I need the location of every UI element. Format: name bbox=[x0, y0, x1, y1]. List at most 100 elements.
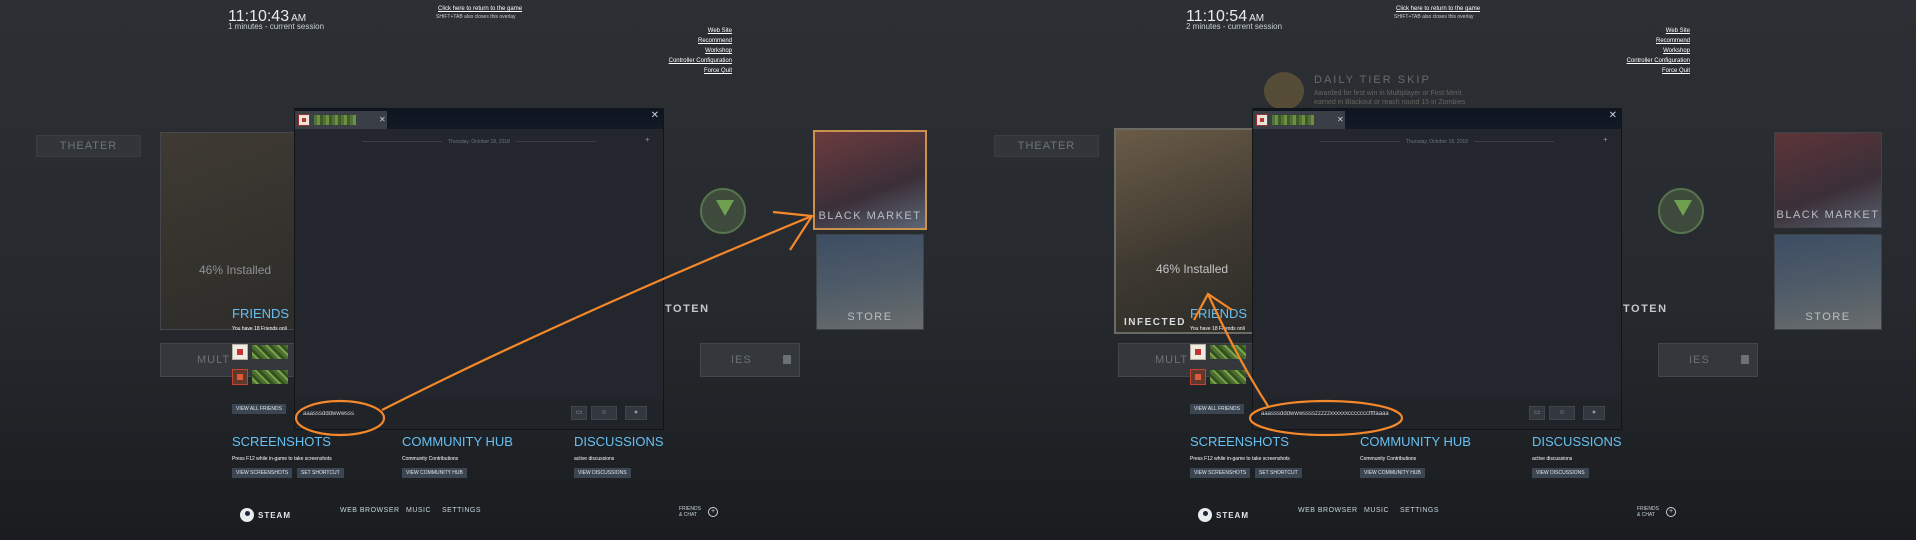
chat-date-divider: Thursday, October 18, 2018 bbox=[295, 139, 663, 145]
black-market-label: BLACK MARKET bbox=[1776, 209, 1880, 221]
controller-config-link[interactable]: Controller Configuration bbox=[669, 58, 732, 64]
community-hub-subtitle: Community Contributions bbox=[402, 456, 459, 462]
voice-button[interactable]: ● bbox=[625, 406, 647, 420]
workshop-link[interactable]: Workshop bbox=[705, 48, 732, 54]
chat-messages bbox=[295, 149, 663, 399]
friend-avatar bbox=[1190, 344, 1206, 360]
theater-tile[interactable]: THEATER bbox=[994, 135, 1099, 157]
chat-tab-avatar bbox=[1256, 114, 1268, 126]
chat-tab-name-redacted bbox=[1272, 115, 1314, 125]
store-tile[interactable]: STORE bbox=[1774, 234, 1882, 330]
web-browser-button[interactable]: WEB BROWSER bbox=[1298, 507, 1358, 514]
window-close-icon[interactable]: ✕ bbox=[1609, 110, 1617, 121]
recommend-link[interactable]: Recommend bbox=[1656, 38, 1690, 44]
chat-window: ✕ ✕ Thursday, October 18, 2018 + ▭ ☺ ● bbox=[294, 108, 664, 430]
store-label: STORE bbox=[1805, 311, 1851, 323]
store-tile[interactable]: STORE bbox=[816, 234, 924, 330]
controller-config-link[interactable]: Controller Configuration bbox=[1627, 58, 1690, 64]
right-screenshot: DAILY TIER SKIP Awarded for first win in… bbox=[958, 0, 1916, 540]
overlay-links: Web Site Recommend Workshop Controller C… bbox=[669, 28, 732, 74]
totem-label: TOTEN bbox=[665, 303, 710, 315]
chat-message-input[interactable] bbox=[299, 405, 565, 423]
web-browser-button[interactable]: WEB BROWSER bbox=[340, 507, 400, 514]
chat-tab[interactable]: ✕ bbox=[1253, 111, 1345, 129]
settings-button[interactable]: SETTINGS bbox=[1400, 507, 1439, 514]
chat-message-input[interactable] bbox=[1257, 405, 1523, 423]
daily-tier-skip-banner: DAILY TIER SKIP Awarded for first win in… bbox=[1264, 72, 1564, 115]
emoticon-button[interactable]: ☺ bbox=[591, 406, 617, 420]
view-community-hub-button[interactable]: VIEW COMMUNITY HUB bbox=[1360, 468, 1425, 478]
send-image-button[interactable]: ▭ bbox=[571, 406, 587, 420]
view-screenshots-button[interactable]: VIEW SCREENSHOTS bbox=[232, 468, 293, 478]
emoticon-icon: ☺ bbox=[1558, 409, 1566, 416]
steam-logo[interactable]: STEAM bbox=[1198, 508, 1249, 522]
black-market-tile[interactable]: BLACK MARKET bbox=[1774, 132, 1882, 228]
tab-close-icon[interactable]: ✕ bbox=[1337, 115, 1344, 124]
set-shortcut-button[interactable]: SET SHORTCUT bbox=[297, 468, 344, 478]
installing-tile[interactable]: 46% Installed INFECTED bbox=[1114, 128, 1272, 334]
view-screenshots-button[interactable]: VIEW SCREENSHOTS bbox=[1190, 468, 1251, 478]
recommend-link[interactable]: Recommend bbox=[698, 38, 732, 44]
music-button[interactable]: MUSIC bbox=[1364, 507, 1389, 514]
infected-label: INFECTED bbox=[1124, 317, 1186, 328]
locked-tile[interactable]: IES bbox=[700, 343, 800, 377]
theater-tile[interactable]: THEATER bbox=[36, 135, 141, 157]
force-quit-link[interactable]: Force Quit bbox=[704, 68, 732, 74]
friend-row[interactable] bbox=[1190, 368, 1250, 386]
view-discussions-button[interactable]: VIEW DISCUSSIONS bbox=[1532, 468, 1589, 478]
discussions-heading: DISCUSSIONS bbox=[1532, 434, 1622, 449]
view-all-friends-button[interactable]: VIEW ALL FRIENDS bbox=[1190, 404, 1244, 414]
tab-close-icon[interactable]: ✕ bbox=[379, 115, 386, 124]
view-all-friends-button[interactable]: VIEW ALL FRIENDS bbox=[232, 404, 286, 414]
steam-logo[interactable]: STEAM bbox=[240, 508, 291, 522]
workshop-link[interactable]: Workshop bbox=[1663, 48, 1690, 54]
friend-avatar bbox=[232, 369, 248, 385]
view-community-hub-button[interactable]: VIEW COMMUNITY HUB bbox=[402, 468, 467, 478]
friend-name-redacted bbox=[252, 345, 288, 359]
friends-chat-label-2: & CHAT bbox=[1637, 512, 1655, 518]
send-image-button[interactable]: ▭ bbox=[1529, 406, 1545, 420]
force-quit-link[interactable]: Force Quit bbox=[1662, 68, 1690, 74]
discussions-subtitle: active discussions bbox=[1532, 456, 1573, 462]
friends-chat-button[interactable]: FRIENDS & CHAT bbox=[679, 506, 701, 518]
install-progress-label: 46% Installed bbox=[199, 263, 272, 277]
settings-button[interactable]: SETTINGS bbox=[442, 507, 481, 514]
left-screenshot: THEATER 46% Installed MULT BLACK MARKET … bbox=[0, 0, 958, 540]
lock-icon bbox=[783, 355, 791, 364]
friend-name-redacted bbox=[1210, 370, 1246, 384]
black-market-tile[interactable]: BLACK MARKET bbox=[813, 130, 927, 230]
screenshots-subtitle: Press F12 while in-game to take screensh… bbox=[1190, 456, 1290, 462]
friends-heading: FRIENDS bbox=[232, 306, 290, 321]
lock-icon bbox=[1741, 355, 1749, 364]
chat-window: ✕ ✕ Thursday, October 18, 2018 + ▭ ☺ ● bbox=[1252, 108, 1622, 430]
friend-row[interactable] bbox=[232, 343, 292, 361]
website-link[interactable]: Web Site bbox=[1666, 28, 1690, 34]
tier-skip-badge-icon bbox=[1264, 72, 1304, 110]
installing-tile[interactable]: 46% Installed bbox=[160, 132, 310, 330]
emoticon-button[interactable]: ☺ bbox=[1549, 406, 1575, 420]
return-to-game-link[interactable]: Click here to return to the game bbox=[1396, 6, 1480, 12]
add-friend-icon[interactable]: + bbox=[645, 135, 655, 144]
chat-input-row: ▭ ☺ ● bbox=[295, 399, 663, 429]
screenshots-subtitle: Press F12 while in-game to take screensh… bbox=[232, 456, 332, 462]
website-link[interactable]: Web Site bbox=[708, 28, 732, 34]
set-shortcut-button[interactable]: SET SHORTCUT bbox=[1255, 468, 1302, 478]
friends-chat-plus-icon[interactable]: + bbox=[1666, 507, 1676, 517]
voice-button[interactable]: ● bbox=[1583, 406, 1605, 420]
window-close-icon[interactable]: ✕ bbox=[651, 110, 659, 121]
view-discussions-button[interactable]: VIEW DISCUSSIONS bbox=[574, 468, 631, 478]
friend-row[interactable] bbox=[232, 368, 292, 386]
image-icon: ▭ bbox=[1533, 409, 1541, 416]
friends-chat-plus-icon[interactable]: + bbox=[708, 507, 718, 517]
return-to-game-link[interactable]: Click here to return to the game bbox=[438, 6, 522, 12]
chat-titlebar: ✕ ✕ bbox=[295, 109, 663, 129]
locked-tile-label: IES bbox=[731, 354, 752, 366]
chat-tab[interactable]: ✕ bbox=[295, 111, 387, 129]
music-button[interactable]: MUSIC bbox=[406, 507, 431, 514]
locked-tile[interactable]: IES bbox=[1658, 343, 1758, 377]
friend-row[interactable] bbox=[1190, 343, 1250, 361]
friends-chat-button[interactable]: FRIENDS & CHAT bbox=[1637, 506, 1659, 518]
friends-heading: FRIENDS bbox=[1190, 306, 1248, 321]
add-friend-icon[interactable]: + bbox=[1603, 135, 1613, 144]
session-duration: 2 minutes - current session bbox=[1186, 22, 1283, 31]
